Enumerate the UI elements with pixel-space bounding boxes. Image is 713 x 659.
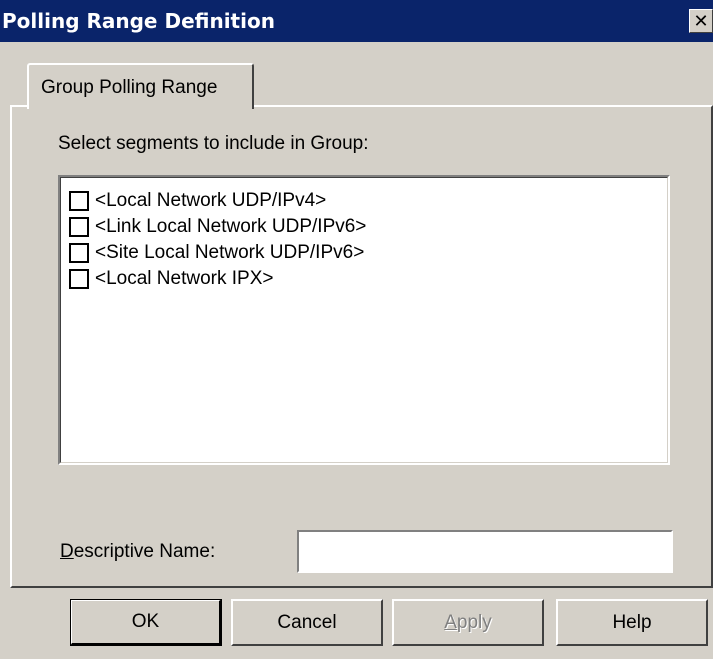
help-button[interactable]: Help: [556, 599, 708, 646]
tab-panel: [10, 105, 713, 588]
apply-button[interactable]: Apply: [392, 599, 544, 646]
close-icon: ✕: [693, 11, 709, 31]
cancel-button[interactable]: Cancel: [231, 599, 383, 646]
title-bar: Polling Range Definition ✕: [0, 0, 713, 42]
ok-button[interactable]: OK: [70, 599, 222, 646]
tab-group-polling-range[interactable]: Group Polling Range: [27, 63, 254, 109]
close-button[interactable]: ✕: [689, 9, 713, 33]
tab-label: Group Polling Range: [41, 77, 218, 98]
window-title: Polling Range Definition: [2, 9, 275, 33]
